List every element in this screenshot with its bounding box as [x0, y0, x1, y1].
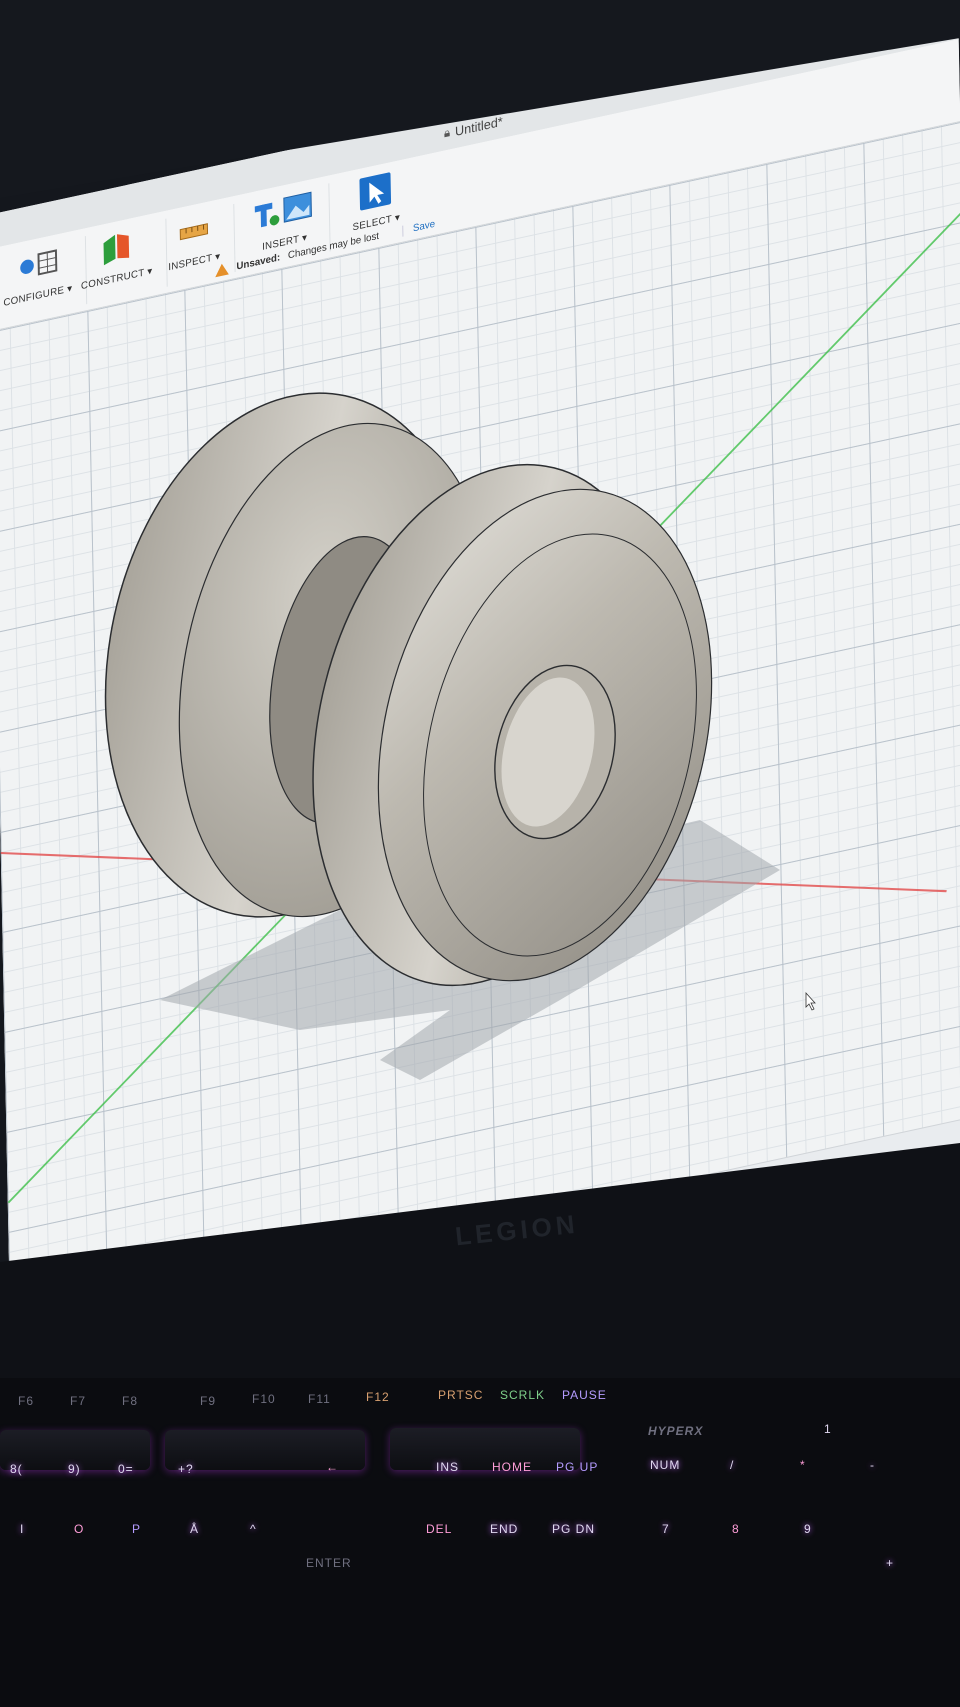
key-0[interactable]: 0= — [118, 1462, 134, 1476]
key-num-9[interactable]: 9 — [804, 1522, 812, 1536]
key-aring[interactable]: Å — [190, 1522, 199, 1536]
key-pgup[interactable]: PG UP — [556, 1460, 598, 1474]
key-numlock[interactable]: NUM — [650, 1458, 680, 1472]
key-pgdn[interactable]: PG DN — [552, 1522, 595, 1536]
key-end[interactable]: END — [490, 1522, 518, 1536]
key-num-7[interactable]: 7 — [662, 1522, 670, 1536]
key-f9[interactable]: F9 — [200, 1394, 216, 1408]
hyperx-logo: HYPERX — [648, 1424, 704, 1438]
key-i[interactable]: I — [20, 1522, 24, 1536]
key-num-plus[interactable]: + — [886, 1556, 894, 1570]
key-num-minus[interactable]: - — [870, 1458, 875, 1472]
keyboard: F6 F7 F8 F9 F10 F11 F12 PRTSC SCRLK PAUS… — [0, 1378, 960, 1707]
key-9[interactable]: 9) — [68, 1462, 81, 1476]
photo-scene: 🔒︎ Untitled* CONFIGURE ▾ CONSTRUCT ▾ INS… — [0, 0, 960, 1707]
key-f12[interactable]: F12 — [366, 1390, 390, 1404]
key-enter[interactable]: ENTER — [306, 1556, 352, 1570]
key-backspace[interactable]: ← — [326, 1460, 339, 1474]
key-num-8[interactable]: 8 — [732, 1522, 740, 1536]
key-p[interactable]: P — [132, 1522, 141, 1536]
key-plus[interactable]: +? — [178, 1462, 194, 1476]
key-del[interactable]: DEL — [426, 1522, 452, 1536]
key-num-divide[interactable]: / — [730, 1458, 734, 1472]
key-f10[interactable]: F10 — [252, 1392, 276, 1406]
key-f6[interactable]: F6 — [18, 1394, 34, 1408]
key-f8[interactable]: F8 — [122, 1394, 138, 1408]
key-num-multiply[interactable]: * — [800, 1458, 806, 1472]
key-home[interactable]: HOME — [492, 1460, 532, 1474]
key-8[interactable]: 8( — [10, 1462, 23, 1476]
key-pause[interactable]: PAUSE — [562, 1388, 607, 1402]
key-o[interactable]: O — [74, 1522, 84, 1536]
key-f11[interactable]: F11 — [308, 1392, 331, 1406]
key-f7[interactable]: F7 — [70, 1394, 86, 1408]
key-ins[interactable]: INS — [436, 1460, 459, 1474]
key-scrlk[interactable]: SCRLK — [500, 1388, 545, 1402]
key-1[interactable]: 1 — [824, 1422, 832, 1436]
key-prtsc[interactable]: PRTSC — [438, 1388, 483, 1402]
key-caret[interactable]: ^ — [250, 1522, 257, 1536]
